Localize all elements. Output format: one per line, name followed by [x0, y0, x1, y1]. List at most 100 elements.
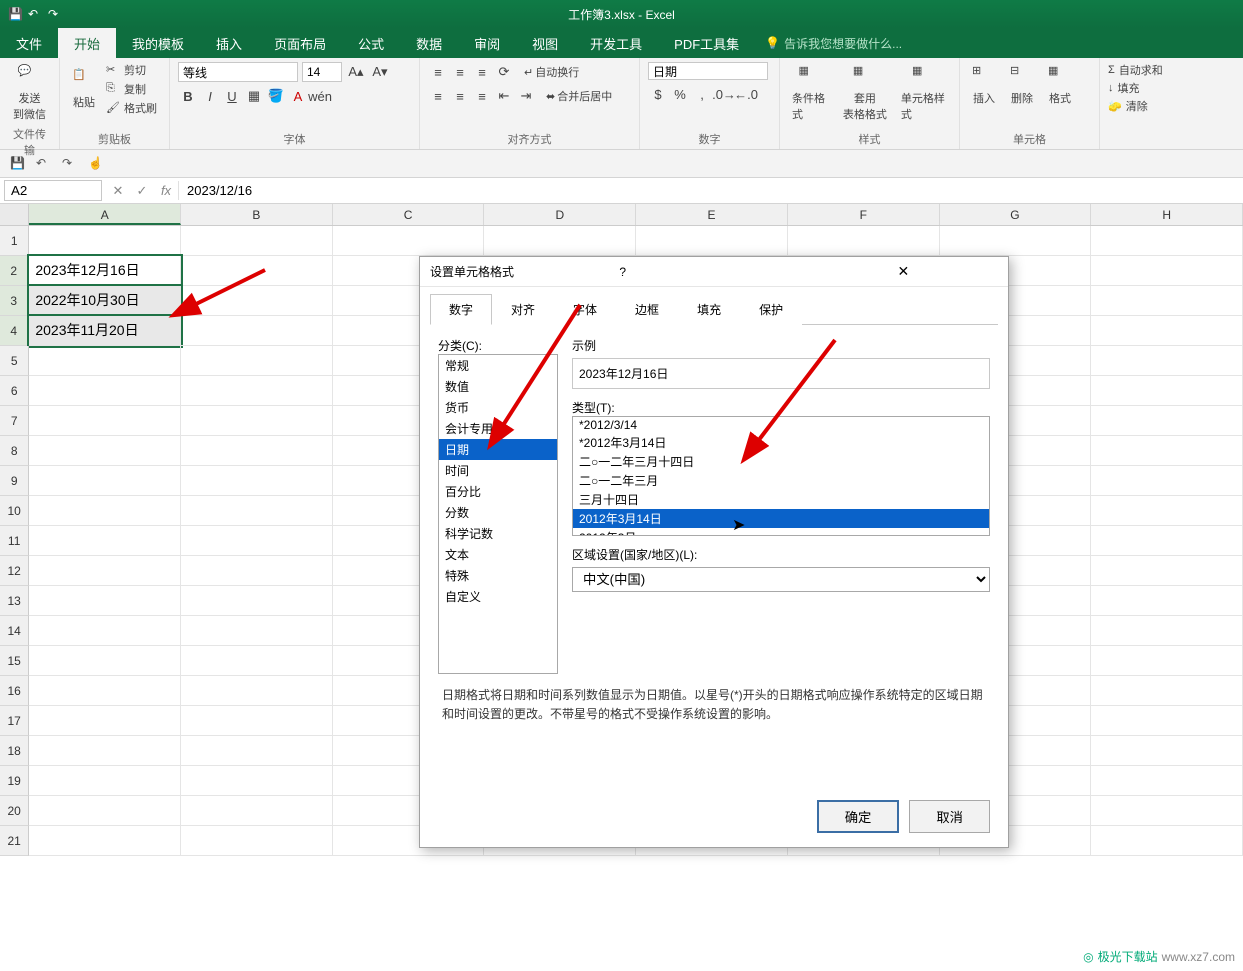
tab-number[interactable]: 数字 [430, 294, 492, 325]
cell[interactable] [29, 766, 181, 796]
type-item[interactable]: 2012年3月14日 [573, 509, 989, 528]
formula-input[interactable]: 2023/12/16 [178, 181, 1243, 200]
cell[interactable] [1091, 346, 1243, 376]
row-header[interactable]: 8 [0, 436, 29, 466]
tab-font[interactable]: 字体 [554, 294, 616, 325]
tab-devtools[interactable]: 开发工具 [574, 28, 658, 58]
cell[interactable] [181, 256, 333, 286]
save-icon[interactable]: 💾 [10, 156, 26, 172]
cell[interactable] [1091, 796, 1243, 826]
row-header[interactable]: 20 [0, 796, 29, 826]
cell[interactable] [181, 466, 333, 496]
cell[interactable] [181, 646, 333, 676]
font-color-button[interactable]: A [288, 86, 308, 106]
align-top-button[interactable]: ≡ [428, 62, 448, 82]
cell[interactable] [940, 226, 1092, 256]
shrink-font-button[interactable]: A▾ [370, 62, 390, 82]
col-header[interactable]: G [940, 204, 1092, 225]
close-icon[interactable]: ✕ [809, 263, 998, 280]
cell[interactable] [1091, 616, 1243, 646]
category-item[interactable]: 文本 [439, 544, 557, 565]
cell[interactable] [333, 226, 485, 256]
tab-view[interactable]: 视图 [516, 28, 574, 58]
inc-decimal-button[interactable]: .0→ [714, 84, 734, 104]
select-all-button[interactable] [0, 204, 29, 225]
category-item[interactable]: 货币 [439, 397, 557, 418]
send-wechat-button[interactable]: 💬 发送 到微信 [8, 62, 51, 124]
cancel-button[interactable]: 取消 [909, 800, 990, 833]
cell[interactable] [1091, 526, 1243, 556]
fill-color-button[interactable]: 🪣 [266, 86, 286, 106]
cond-format-button[interactable]: ▦条件格式 [788, 62, 833, 124]
row-header[interactable]: 13 [0, 586, 29, 616]
row-header[interactable]: 6 [0, 376, 29, 406]
type-item[interactable]: 二○一二年三月十四日 [573, 452, 989, 471]
category-item[interactable]: 会计专用 [439, 418, 557, 439]
cell[interactable]: 2023年11月20日 [29, 316, 181, 346]
cell[interactable] [181, 226, 333, 256]
cell[interactable] [181, 436, 333, 466]
type-item[interactable]: 二○一二年三月 [573, 471, 989, 490]
tab-file[interactable]: 文件 [0, 28, 58, 58]
cell[interactable] [29, 406, 181, 436]
cell[interactable] [1091, 376, 1243, 406]
fx-button[interactable]: fx [154, 183, 178, 198]
cell[interactable] [181, 496, 333, 526]
tab-templates[interactable]: 我的模板 [116, 28, 200, 58]
cell[interactable] [1091, 466, 1243, 496]
comma-button[interactable]: , [692, 84, 712, 104]
align-mid-button[interactable]: ≡ [450, 62, 470, 82]
cell[interactable] [29, 226, 181, 256]
cell[interactable] [29, 586, 181, 616]
italic-button[interactable]: I [200, 86, 220, 106]
tab-data[interactable]: 数据 [400, 28, 458, 58]
align-center-button[interactable]: ≡ [450, 86, 470, 106]
col-header[interactable]: F [788, 204, 940, 225]
cell-styles-button[interactable]: ▦单元格样式 [897, 62, 951, 124]
font-size-select[interactable] [302, 62, 342, 82]
underline-button[interactable]: U [222, 86, 242, 106]
cell[interactable] [181, 826, 333, 856]
copy-button[interactable]: ⎘复制 [106, 81, 157, 97]
phonetic-button[interactable]: wén [310, 86, 330, 106]
cell[interactable] [181, 526, 333, 556]
tab-home[interactable]: 开始 [58, 28, 116, 58]
row-header[interactable]: 10 [0, 496, 29, 526]
cell[interactable] [484, 226, 636, 256]
row-header[interactable]: 11 [0, 526, 29, 556]
wrap-button[interactable]: ↵自动换行 [524, 62, 579, 82]
col-header[interactable]: B [181, 204, 333, 225]
cell[interactable]: 2022年10月30日 [29, 286, 181, 316]
paste-button[interactable]: 📋 粘贴 [68, 66, 100, 112]
cell[interactable] [636, 226, 788, 256]
cell[interactable] [1091, 646, 1243, 676]
type-item[interactable]: *2012/3/14 [573, 417, 989, 433]
row-header[interactable]: 1 [0, 226, 29, 256]
col-header[interactable]: C [333, 204, 485, 225]
tab-fill[interactable]: 填充 [678, 294, 740, 325]
align-left-button[interactable]: ≡ [428, 86, 448, 106]
col-header[interactable]: D [484, 204, 636, 225]
cut-button[interactable]: ✂剪切 [106, 62, 157, 78]
category-item[interactable]: 科学记数 [439, 523, 557, 544]
dec-decimal-button[interactable]: ←.0 [736, 84, 756, 104]
cell[interactable] [1091, 706, 1243, 736]
type-item[interactable]: *2012年3月14日 [573, 433, 989, 452]
cell[interactable] [1091, 256, 1243, 286]
ok-button[interactable]: 确定 [817, 800, 900, 833]
name-box[interactable] [4, 180, 102, 201]
redo-icon[interactable]: ↷ [48, 7, 62, 21]
cell[interactable] [181, 736, 333, 766]
cell[interactable] [29, 556, 181, 586]
row-header[interactable]: 4 [0, 316, 29, 346]
insert-cells-button[interactable]: ⊞插入 [968, 62, 1000, 108]
align-right-button[interactable]: ≡ [472, 86, 492, 106]
category-item[interactable]: 百分比 [439, 481, 557, 502]
fill-button[interactable]: ↓填充 [1108, 80, 1212, 96]
cell[interactable] [788, 226, 940, 256]
tab-layout[interactable]: 页面布局 [258, 28, 342, 58]
col-header[interactable]: A [29, 204, 181, 225]
col-header[interactable]: H [1091, 204, 1243, 225]
painter-button[interactable]: 🖌格式刷 [106, 100, 157, 116]
grow-font-button[interactable]: A▴ [346, 62, 366, 82]
